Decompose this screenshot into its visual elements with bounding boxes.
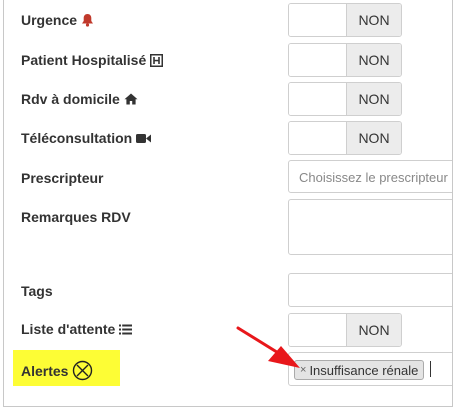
alertes-select[interactable]: × Insuffisance rénale (288, 352, 452, 386)
remarques-textarea[interactable] (288, 199, 452, 255)
urgence-label: Urgence (21, 12, 94, 28)
appointment-form: Urgence NON Patient Hospitalisé NON Rdv … (3, 0, 453, 407)
hospital-icon (150, 53, 164, 67)
remarques-label: Remarques RDV (21, 209, 131, 225)
hospitalise-value: NON (346, 44, 401, 76)
alert-chip: × Insuffisance rénale (294, 360, 425, 380)
prescripteur-placeholder: Choisissez le prescripteur (299, 170, 448, 185)
domicile-toggle[interactable]: NON (288, 82, 402, 116)
bell-icon (81, 13, 94, 27)
circled-x-icon (72, 360, 93, 381)
hospitalise-label: Patient Hospitalisé (21, 52, 164, 68)
urgence-value: NON (346, 4, 401, 36)
tags-label: Tags (21, 283, 53, 299)
liste-attente-toggle[interactable]: NON (288, 313, 402, 347)
teleconsultation-toggle[interactable]: NON (288, 121, 402, 155)
chip-remove-button[interactable]: × (300, 364, 306, 376)
teleconsultation-value: NON (346, 122, 401, 154)
domicile-label: Rdv à domicile (21, 91, 138, 107)
teleconsultation-label: Téléconsultation (21, 130, 152, 146)
prescripteur-label: Prescripteur (21, 170, 104, 186)
alert-chip-label: Insuffisance rénale (309, 362, 419, 378)
urgence-toggle[interactable]: NON (288, 3, 402, 37)
liste-attente-value: NON (346, 314, 401, 346)
domicile-value: NON (346, 83, 401, 115)
hospitalise-toggle[interactable]: NON (288, 43, 402, 77)
prescripteur-select[interactable]: Choisissez le prescripteur (288, 160, 452, 193)
liste-attente-label: Liste d'attente (21, 321, 133, 337)
text-cursor (430, 361, 431, 377)
alertes-label: Alertes (21, 360, 93, 381)
home-icon (124, 93, 138, 105)
video-camera-icon (136, 133, 152, 144)
tags-input[interactable] (288, 273, 452, 307)
list-icon (119, 324, 133, 335)
